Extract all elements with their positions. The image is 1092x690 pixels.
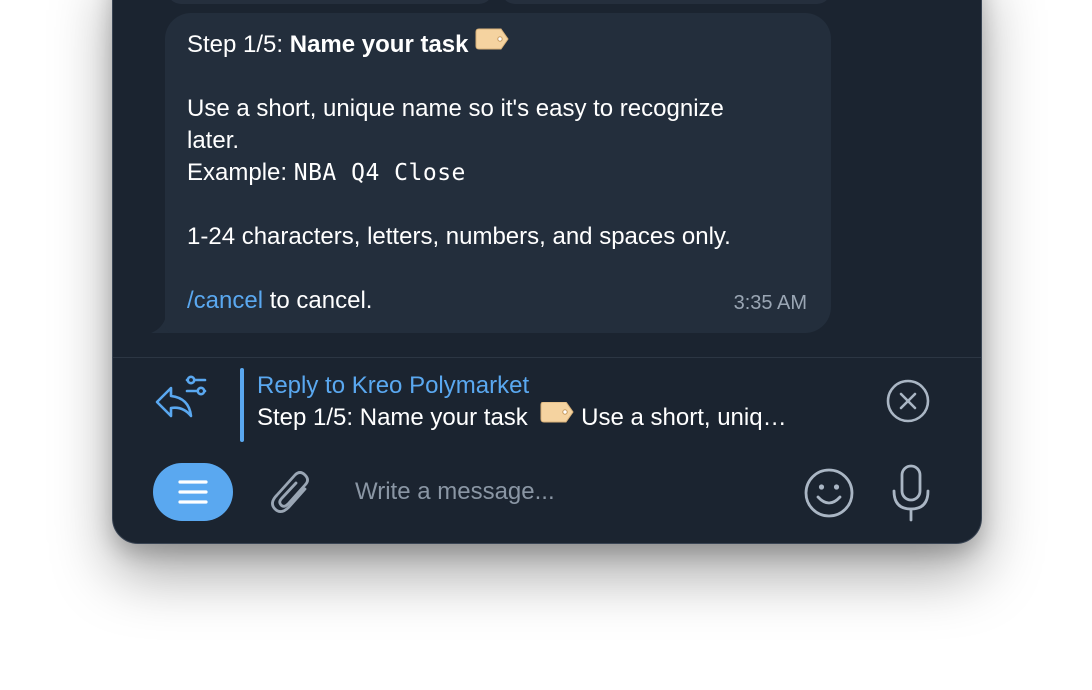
reply-preview-end: Use a short, uniq… bbox=[574, 404, 787, 431]
message-bubble[interactable]: Step 1/5: Name your task Use a short, un… bbox=[165, 13, 831, 333]
inline-button-right[interactable] bbox=[501, 0, 831, 4]
instruction-line-continued: later. bbox=[187, 127, 240, 154]
example-prefix: Example: bbox=[187, 159, 294, 186]
menu-button[interactable] bbox=[153, 463, 233, 521]
cancel-command-link[interactable]: /cancel bbox=[187, 287, 263, 314]
label-tag-emoji-icon bbox=[540, 402, 575, 432]
paperclip-icon[interactable] bbox=[269, 467, 315, 519]
microphone-icon[interactable] bbox=[891, 463, 931, 523]
step-title: Name your task bbox=[289, 31, 469, 58]
inline-button-left[interactable] bbox=[167, 0, 493, 4]
example-code: NBA Q4 Close bbox=[293, 160, 466, 186]
reply-preview: Step 1/5: Name your task Use a short, un… bbox=[257, 402, 857, 434]
message-text: Step 1/5: Name your task Use a short, un… bbox=[187, 27, 817, 317]
step-prefix: Step 1/5: bbox=[187, 31, 290, 58]
reply-preview-start: Step 1/5: Name your task bbox=[257, 404, 535, 431]
label-tag-emoji-icon bbox=[475, 27, 509, 59]
instruction-line: Use a short, unique name so it's easy to… bbox=[187, 95, 724, 122]
chat-window: Step 1/5: Name your task Use a short, un… bbox=[112, 0, 982, 544]
step-line: Step 1/5: Name your task bbox=[187, 27, 817, 61]
reply-title: Reply to Kreo Polymarket bbox=[257, 372, 530, 399]
message-timestamp: 3:35 AM bbox=[733, 292, 807, 314]
smiley-icon[interactable] bbox=[803, 467, 855, 519]
cancel-suffix: to cancel. bbox=[263, 287, 373, 314]
message-input[interactable] bbox=[353, 469, 777, 515]
cancel-line: /cancel to cancel. bbox=[187, 285, 817, 317]
reply-arrow-settings-icon bbox=[155, 375, 207, 418]
previous-message-buttons bbox=[167, 0, 831, 5]
message-composer bbox=[113, 451, 981, 543]
reply-accent-bar bbox=[240, 368, 244, 442]
example-line: Example: NBA Q4 Close bbox=[187, 157, 817, 189]
rules-line: 1-24 characters, letters, numbers, and s… bbox=[187, 223, 731, 250]
menu-icon bbox=[178, 480, 208, 504]
reply-panel: Reply to Kreo Polymarket Step 1/5: Name … bbox=[113, 358, 981, 448]
close-circle-icon[interactable] bbox=[885, 378, 931, 424]
